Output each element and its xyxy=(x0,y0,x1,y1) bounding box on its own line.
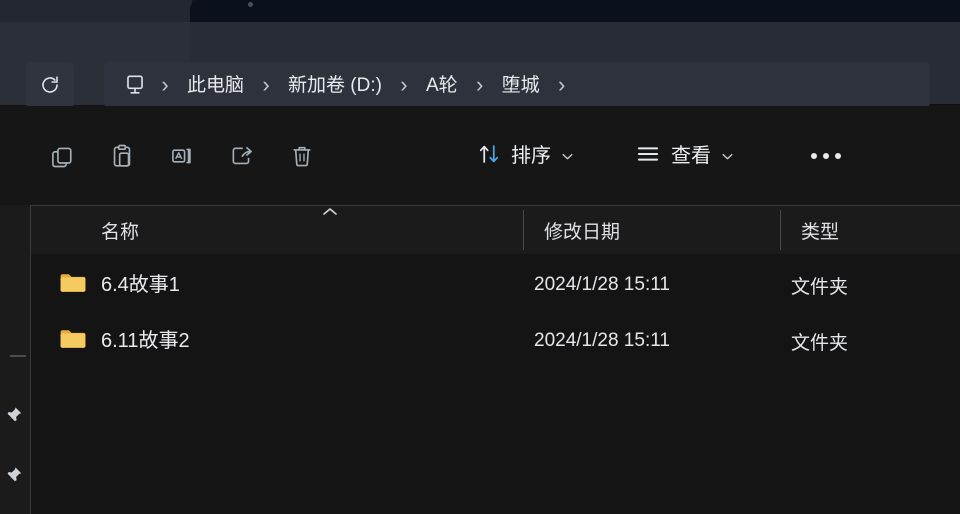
view-button-label: 查看 xyxy=(671,145,711,167)
file-type-cell: 文件夹 xyxy=(791,276,849,298)
pin-icon xyxy=(2,465,24,492)
view-list-icon xyxy=(634,140,662,173)
breadcrumb-item-drive-d[interactable]: 新加卷 (D:) xyxy=(279,71,391,100)
folder-icon xyxy=(59,327,88,356)
table-row[interactable]: 6.11故事2 2024/1/28 15:11 文件夹 xyxy=(31,316,960,366)
ellipsis-dot-icon xyxy=(811,153,817,159)
rename-icon xyxy=(168,142,196,170)
copy-button[interactable] xyxy=(32,130,92,182)
file-type-cell: 文件夹 xyxy=(791,332,849,354)
chevron-down-icon xyxy=(560,149,575,164)
file-date-modified-cell: 2024/1/28 15:11 xyxy=(534,330,670,351)
tab-indicator-dot xyxy=(248,2,253,7)
table-row[interactable]: 6.4故事1 2024/1/28 15:11 文件夹 xyxy=(31,260,960,310)
file-name-cell: 6.4故事1 xyxy=(59,271,180,300)
column-header-name-label: 名称 xyxy=(101,221,140,243)
nav-collapsed-item xyxy=(10,355,26,357)
sort-ascending-indicator-icon xyxy=(321,206,339,218)
ellipsis-dot-icon xyxy=(823,153,829,159)
pin-icon xyxy=(2,405,24,432)
breadcrumb-chevron-icon[interactable]: › xyxy=(549,72,575,98)
toolbar-icon-group xyxy=(32,130,332,182)
file-explorer-window: › 此电脑 › 新加卷 (D:) › A轮 › 堕城 › 排序 查看 名称 修改… xyxy=(0,0,960,514)
trash-icon xyxy=(288,142,316,170)
file-name-label: 6.4故事1 xyxy=(101,274,180,296)
navigation-pane xyxy=(0,205,31,514)
column-header-date-modified[interactable]: 修改日期 xyxy=(523,210,620,250)
nav-pinned-item[interactable] xyxy=(0,461,31,495)
refresh-icon xyxy=(38,73,62,97)
breadcrumb-item-this-pc[interactable]: 此电脑 xyxy=(178,71,253,100)
breadcrumb-chevron-icon: › xyxy=(400,72,408,97)
breadcrumb-item-a-round[interactable]: A轮 xyxy=(417,71,467,100)
breadcrumb-chevron-icon: › xyxy=(262,72,270,97)
tab-strip[interactable] xyxy=(190,0,960,22)
sort-button[interactable]: 排序 xyxy=(466,130,585,182)
breadcrumb-item-current-folder[interactable]: 堕城 xyxy=(493,71,549,100)
column-header-type[interactable]: 类型 xyxy=(780,210,839,250)
share-icon xyxy=(228,142,256,170)
breadcrumb[interactable]: › 此电脑 › 新加卷 (D:) › A轮 › 堕城 › xyxy=(104,62,930,108)
column-header-row: 名称 修改日期 类型 xyxy=(31,205,960,254)
sort-button-label: 排序 xyxy=(511,145,551,167)
column-header-name[interactable]: 名称 xyxy=(81,206,139,254)
breadcrumb-chevron-icon: › xyxy=(475,72,484,97)
rename-button[interactable] xyxy=(152,130,212,182)
folder-icon xyxy=(59,271,88,300)
file-date-modified-cell: 2024/1/28 15:11 xyxy=(534,274,670,295)
sort-arrows-icon xyxy=(476,141,502,172)
address-bar: › 此电脑 › 新加卷 (D:) › A轮 › 堕城 › xyxy=(0,22,960,108)
tabstrip-left-filler xyxy=(0,0,192,22)
more-options-button[interactable] xyxy=(798,130,854,182)
column-header-type-label: 类型 xyxy=(801,221,840,243)
delete-button[interactable] xyxy=(272,130,332,182)
chevron-down-icon xyxy=(720,149,735,164)
paste-icon xyxy=(108,142,136,170)
file-list: 6.4故事1 2024/1/28 15:11 文件夹 6.11故事2 2024/… xyxy=(31,254,960,514)
copy-icon xyxy=(48,142,76,170)
file-name-cell: 6.11故事2 xyxy=(59,327,190,356)
file-name-label: 6.11故事2 xyxy=(101,330,190,352)
column-header-date-label: 修改日期 xyxy=(544,221,621,243)
share-button[interactable] xyxy=(212,130,272,182)
command-toolbar: 排序 查看 xyxy=(0,106,960,294)
refresh-button[interactable] xyxy=(26,62,74,108)
nav-pinned-item[interactable] xyxy=(0,401,31,435)
breadcrumb-chevron-icon: › xyxy=(161,72,169,97)
ellipsis-dot-icon xyxy=(835,153,841,159)
this-pc-monitor-icon[interactable] xyxy=(122,72,148,98)
view-button[interactable]: 查看 xyxy=(624,130,745,182)
paste-button[interactable] xyxy=(92,130,152,182)
